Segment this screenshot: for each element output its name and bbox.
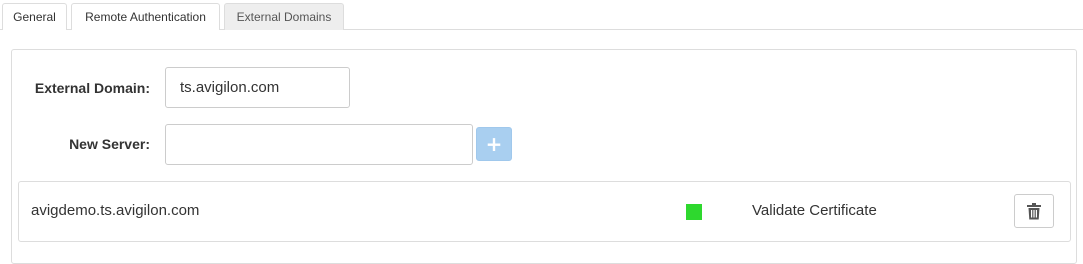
status-indicator [686, 204, 702, 220]
server-row: avigdemo.ts.avigilon.com Validate Certif… [18, 181, 1071, 242]
tab-bar: General Remote Authentication External D… [0, 0, 1083, 30]
external-domain-label: External Domain: [34, 80, 150, 96]
tab-external-domains[interactable]: External Domains [224, 3, 344, 30]
server-name: avigdemo.ts.avigilon.com [31, 202, 200, 219]
external-domain-input[interactable] [165, 67, 350, 108]
trash-icon [1027, 202, 1041, 219]
delete-server-button[interactable] [1014, 194, 1054, 228]
plus-icon: + [485, 132, 503, 156]
new-server-input[interactable] [165, 124, 473, 165]
new-server-label: New Server: [69, 136, 150, 152]
add-server-button[interactable]: + [476, 127, 512, 161]
tab-general[interactable]: General [2, 3, 67, 30]
validate-certificate-link[interactable]: Validate Certificate [752, 202, 877, 219]
tab-remote-authentication[interactable]: Remote Authentication [71, 3, 220, 30]
